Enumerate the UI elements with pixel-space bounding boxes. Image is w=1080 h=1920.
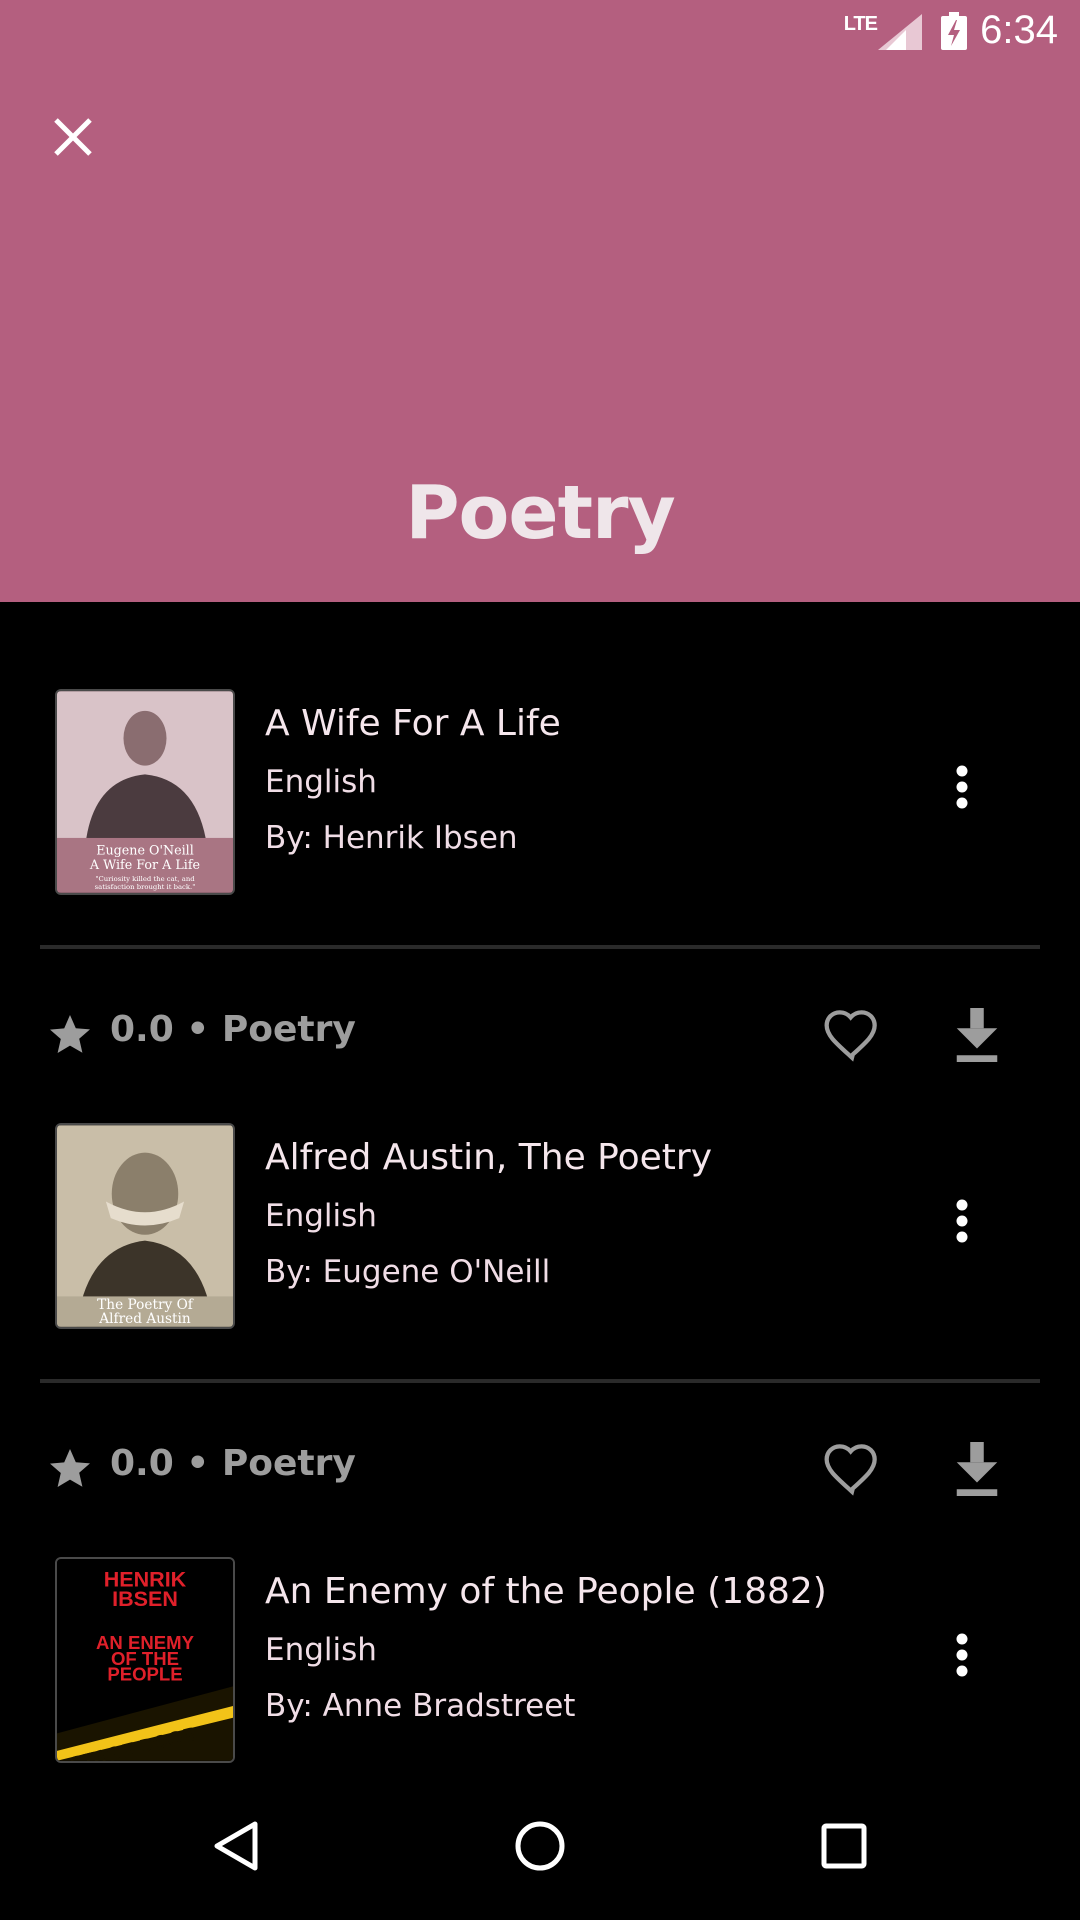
download-icon[interactable] (950, 1437, 1004, 1501)
home-icon (515, 1821, 565, 1871)
home-button[interactable] (500, 1806, 580, 1886)
list-item[interactable]: Eugene O'Neill A Wife For A Life "Curios… (0, 689, 1080, 899)
book-meta-row: 0.0 • Poetry (0, 1427, 1080, 1507)
book-cover[interactable]: HENRIK IBSEN AN ENEMY OF THE PEOPLE STAG… (55, 1557, 235, 1763)
cover-title-line2: Alfred Austin (98, 1311, 191, 1327)
list-item[interactable]: The Poetry Of Alfred Austin Alfred Austi… (0, 1123, 1080, 1333)
book-cover[interactable]: Eugene O'Neill A Wife For A Life "Curios… (55, 689, 235, 895)
favorite-heart-icon[interactable] (820, 1003, 884, 1067)
status-bar: LTE 6:34 (680, 0, 1080, 63)
battery-charging-icon (941, 12, 967, 50)
book-language: English (265, 764, 377, 800)
download-icon[interactable] (950, 1003, 1004, 1067)
back-icon (214, 1821, 258, 1871)
book-author: By: Anne Bradstreet (265, 1688, 576, 1724)
star-icon (50, 1449, 90, 1487)
network-type: LTE (843, 13, 878, 35)
close-button[interactable] (40, 104, 106, 170)
clock: 6:34 (980, 8, 1058, 52)
book-meta-row: 0.0 • Poetry (0, 993, 1080, 1073)
book-title[interactable]: Alfred Austin, The Poetry (265, 1137, 712, 1178)
more-vert-icon (956, 765, 968, 809)
rating-category: 0.0 • Poetry (110, 1443, 356, 1484)
more-vert-icon (956, 1633, 968, 1677)
divider (40, 945, 1040, 949)
signal-icon (878, 14, 922, 50)
book-author: By: Henrik Ibsen (265, 820, 518, 856)
book-title[interactable]: An Enemy of the People (1882) (265, 1571, 827, 1612)
book-language: English (265, 1198, 377, 1234)
book-cover-image: Eugene O'Neill A Wife For A Life "Curios… (57, 691, 233, 893)
cover-quote-line2: satisfaction brought it back." (95, 883, 196, 891)
cover-author: Eugene O'Neill (96, 843, 194, 858)
more-options-button[interactable] (935, 1623, 989, 1687)
star-icon (50, 1015, 90, 1053)
book-author: By: Eugene O'Neill (265, 1254, 551, 1290)
divider (40, 1379, 1040, 1383)
list-item[interactable]: HENRIK IBSEN AN ENEMY OF THE PEOPLE STAG… (0, 1557, 1080, 1767)
more-vert-icon (956, 1199, 968, 1243)
more-options-button[interactable] (935, 1189, 989, 1253)
back-button[interactable] (196, 1806, 276, 1886)
book-cover-image: HENRIK IBSEN AN ENEMY OF THE PEOPLE STAG… (57, 1559, 233, 1761)
close-icon (54, 118, 92, 156)
page-title: Poetry (405, 470, 675, 556)
system-nav-bar (0, 1776, 1080, 1920)
cover-title: A Wife For A Life (89, 857, 200, 872)
rating-category: 0.0 • Poetry (110, 1009, 356, 1050)
favorite-heart-icon[interactable] (820, 1437, 884, 1501)
more-options-button[interactable] (935, 755, 989, 819)
book-language: English (265, 1632, 377, 1668)
book-cover-image: The Poetry Of Alfred Austin (57, 1125, 233, 1327)
cover-author-line2: IBSEN (112, 1587, 178, 1611)
recents-icon (821, 1823, 867, 1869)
cover-quote-line1: "Curiosity killed the cat, and (95, 875, 195, 883)
book-title[interactable]: A Wife For A Life (265, 703, 561, 744)
book-cover[interactable]: The Poetry Of Alfred Austin (55, 1123, 235, 1329)
cover-title-line3: PEOPLE (107, 1664, 182, 1685)
recents-button[interactable] (804, 1806, 884, 1886)
category-header: LTE 6:34 Poetry (0, 0, 1080, 602)
